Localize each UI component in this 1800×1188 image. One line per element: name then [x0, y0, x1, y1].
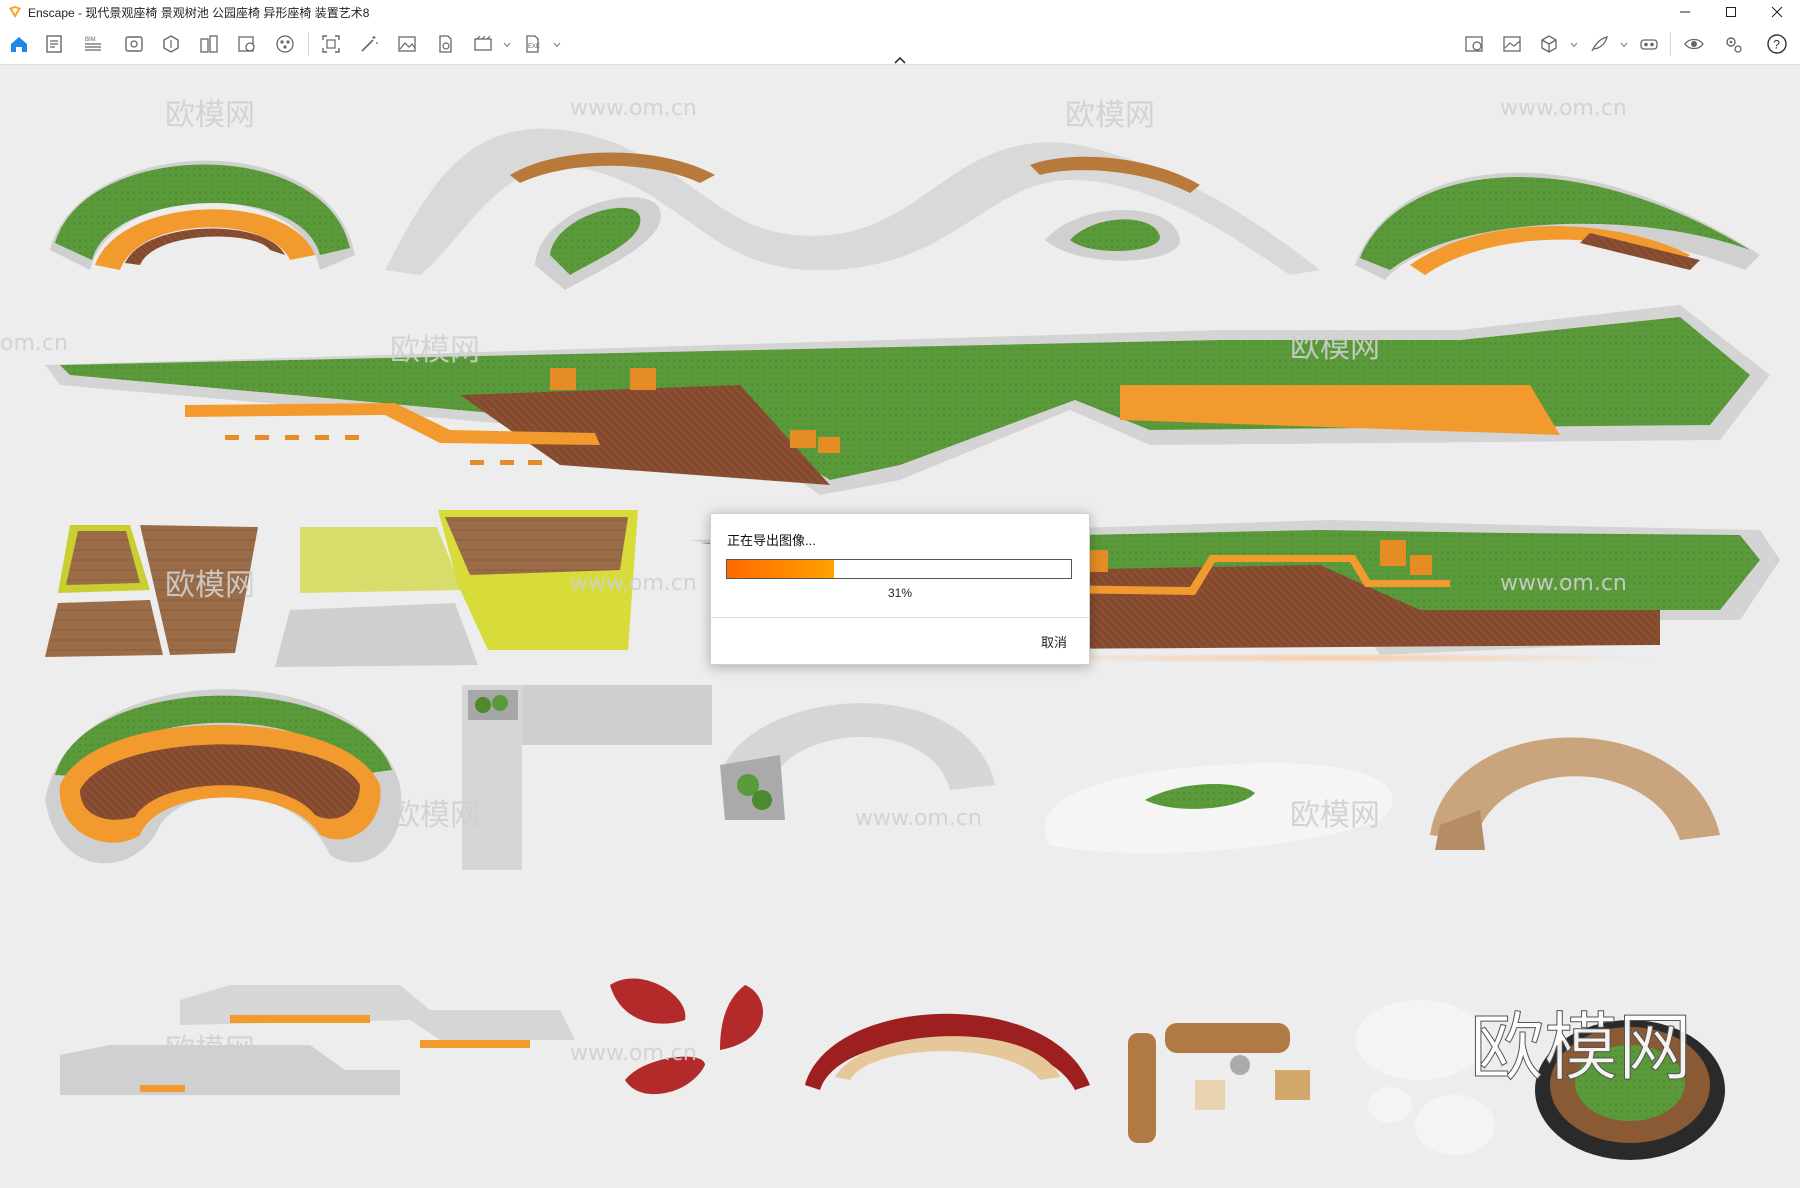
- progress-percent-label: 31%: [887, 586, 913, 600]
- L-shaped-concrete-bench: [462, 685, 712, 870]
- watermark-logo-5: 欧模网: [165, 568, 255, 603]
- wave-bench: [385, 128, 1320, 290]
- minimize-button[interactable]: [1662, 0, 1708, 24]
- feather-dropdown-icon[interactable]: [1620, 41, 1628, 49]
- watermark-site-3: www.om.cn: [570, 571, 697, 596]
- round-wood-bench: [45, 689, 402, 864]
- view-management-icon[interactable]: [320, 33, 342, 55]
- watermark-site-6: www.om.cn: [570, 1041, 697, 1066]
- watermark-big-logo: 欧模网: [1470, 1005, 1692, 1091]
- magic-wand-icon[interactable]: [358, 33, 380, 55]
- maximize-button[interactable]: [1708, 0, 1754, 24]
- cube-view-dropdown-icon[interactable]: [1570, 41, 1578, 49]
- export-progress-bar: [726, 559, 1072, 579]
- wood-block-benches: [1128, 1023, 1310, 1143]
- watermark-site-1: www.om.cn: [570, 96, 697, 121]
- watermark-site-5: www.om.cn: [855, 806, 982, 831]
- watermark-logo-8: 欧模网: [165, 1033, 255, 1068]
- zigzag-concrete-benches: [60, 985, 575, 1095]
- planter-tiles: [45, 510, 638, 667]
- scene-icon[interactable]: [274, 33, 296, 55]
- gallery-icon[interactable]: [1501, 33, 1523, 55]
- concrete-arc-bench: [720, 703, 995, 820]
- cube-view-icon[interactable]: [1538, 33, 1560, 55]
- bim-label: BIM: [85, 37, 96, 43]
- visual-settings-icon[interactable]: [123, 33, 145, 55]
- watermark-partial-1: om.cn: [0, 331, 68, 356]
- title-bar: Enscape - 现代景观座椅 景观树池 公园座椅 异形座椅 装置艺术8: [0, 0, 1800, 24]
- leaf-grass-bench: [1355, 172, 1760, 280]
- watermark-logo-7: 欧模网: [1290, 798, 1380, 833]
- screenshot-icon[interactable]: [396, 33, 418, 55]
- window-controls: [1662, 0, 1800, 24]
- exe-export-dropdown-icon[interactable]: [553, 41, 561, 49]
- watermark-logo-2: 欧模网: [1065, 98, 1155, 133]
- exe-export-icon[interactable]: EXE: [522, 33, 544, 55]
- visibility-icon[interactable]: [1683, 33, 1705, 55]
- window-title: Enscape - 现代景观座椅 景观树池 公园座椅 异形座椅 装置艺术8: [28, 5, 370, 20]
- image-compare-icon[interactable]: [1463, 33, 1485, 55]
- material-editor-icon[interactable]: [198, 33, 220, 55]
- collapse-toolbar-chevron-icon[interactable]: [893, 52, 907, 64]
- main-toolbar: BIM EXE ?: [0, 24, 1800, 65]
- settings-icon[interactable]: [1722, 33, 1744, 55]
- red-leaf-seats: [610, 978, 763, 1095]
- long-grass-platform: [45, 305, 1770, 495]
- feather-icon[interactable]: [1588, 33, 1610, 55]
- vr-headset-icon[interactable]: [1638, 33, 1660, 55]
- batch-render-icon[interactable]: [472, 33, 494, 55]
- project-info-icon[interactable]: [43, 33, 65, 55]
- dialog-title: 正在导出图像...: [727, 533, 816, 548]
- cancel-button[interactable]: 取消: [1041, 632, 1067, 651]
- watermark-logo-6: 欧模网: [390, 798, 480, 833]
- export-progress-dialog: 正在导出图像... 31% 取消: [710, 513, 1090, 665]
- watermark-logo-4: 欧模网: [1290, 330, 1380, 365]
- tan-arc-bench: [1430, 737, 1720, 850]
- enscape-logo-icon: [8, 5, 22, 19]
- watermark-site-4: www.om.cn: [1500, 571, 1627, 596]
- svg-text:?: ?: [1773, 38, 1780, 52]
- curved-grass-bench-1: [50, 160, 355, 270]
- dialog-divider: [711, 617, 1089, 618]
- close-button[interactable]: [1754, 0, 1800, 24]
- bim-icon[interactable]: BIM: [82, 33, 104, 55]
- help-icon[interactable]: ?: [1766, 33, 1788, 55]
- site-context-icon[interactable]: [236, 33, 258, 55]
- watermark-site-2: www.om.cn: [1500, 96, 1627, 121]
- export-file-icon[interactable]: [434, 33, 456, 55]
- watermark-logo-3: 欧模网: [390, 333, 480, 368]
- exe-label: EXE: [528, 44, 540, 50]
- home-icon[interactable]: [8, 33, 30, 55]
- batch-render-dropdown-icon[interactable]: [503, 41, 511, 49]
- red-wood-arch: [805, 1013, 1090, 1090]
- watermark-logo-1: 欧模网: [165, 98, 255, 133]
- asset-library-icon[interactable]: [160, 33, 182, 55]
- progress-fill: [727, 560, 834, 578]
